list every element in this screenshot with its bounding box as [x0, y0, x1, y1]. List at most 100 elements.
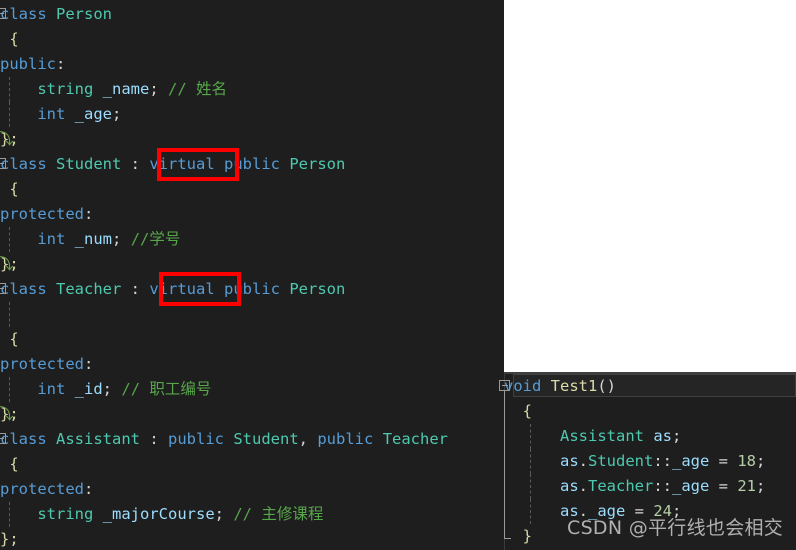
code-token: ; [672, 427, 682, 445]
code-token: Teacher [382, 430, 449, 448]
code-token: public [224, 280, 280, 298]
code-token: as [653, 427, 673, 445]
code-token: _age [74, 105, 112, 123]
code-line[interactable]: protected: [0, 202, 504, 227]
code-line[interactable] [0, 302, 504, 327]
code-token: Person [56, 5, 112, 23]
code-token: : [84, 205, 94, 223]
code-token: public [0, 55, 56, 73]
code-token: : [84, 480, 94, 498]
indent-guide [530, 424, 531, 449]
code-line[interactable]: Assistant as; [504, 424, 796, 449]
code-token: // 姓名 [168, 80, 228, 98]
collapse-toggle-icon[interactable] [0, 8, 6, 19]
brace-match-glyph: ⤵ [0, 405, 14, 423]
code-token: //学号 [130, 230, 181, 248]
code-line[interactable]: string _name; // 姓名 [0, 77, 504, 102]
code-token: _majorCourse [102, 505, 215, 523]
code-line[interactable]: class Student : virtual public Person [0, 152, 504, 177]
code-line[interactable]: protected: [0, 477, 504, 502]
code-line[interactable]: }; [0, 527, 504, 550]
indent-guide [9, 77, 10, 102]
code-line[interactable]: { [504, 399, 796, 424]
code-line[interactable]: { [0, 177, 504, 202]
code-token: // 职工编号 [121, 380, 212, 398]
collapse-toggle-icon[interactable] [0, 158, 6, 169]
code-line[interactable]: class Assistant : public Student, public… [0, 427, 504, 452]
code-line[interactable]: ⤵}; [0, 402, 504, 427]
code-token: Person [289, 280, 346, 298]
code-token: virtual [149, 155, 215, 173]
code-token: Student [588, 452, 654, 470]
watermark: CSDN @平行线也会相交 [567, 517, 784, 539]
code-line[interactable]: { [0, 452, 504, 477]
code-line[interactable]: { [0, 27, 504, 52]
code-token: public [317, 430, 374, 448]
code-line[interactable]: public: [0, 52, 504, 77]
code-line[interactable]: class Person [0, 2, 504, 27]
code-line[interactable]: ⤵}; [0, 127, 504, 152]
code-line[interactable]: as.Teacher::_age = 21; [504, 474, 796, 499]
code-token: ; [149, 80, 159, 98]
code-token: class [0, 5, 56, 23]
code-token: protected [0, 355, 84, 373]
code-line[interactable]: int _id; // 职工编号 [0, 377, 504, 402]
image-placeholder-pane [504, 0, 796, 372]
code-token: as [560, 452, 579, 470]
collapse-toggle-icon[interactable] [499, 380, 510, 391]
code-token: class [0, 280, 56, 298]
code-token: string [37, 80, 94, 98]
code-token: int [37, 105, 66, 123]
code-token: : [140, 430, 168, 448]
code-token: as [560, 477, 579, 495]
collapse-toggle-icon[interactable] [0, 433, 6, 444]
code-line[interactable]: string _majorCourse; // 主修课程 [0, 502, 504, 527]
code-token: . [578, 477, 589, 495]
code-token: _age [672, 477, 710, 495]
code-token: { [0, 455, 19, 473]
code-token: public [168, 430, 224, 448]
code-token: :: [653, 477, 673, 495]
indent-guide [9, 102, 10, 127]
code-line[interactable]: void Test1() [504, 374, 796, 399]
code-token: { [504, 402, 532, 420]
code-line[interactable]: { [0, 327, 504, 352]
code-token: Teacher [588, 477, 654, 495]
code-token: int [37, 230, 66, 248]
code-token: Student [56, 155, 122, 173]
code-token: Assistant [56, 430, 140, 448]
left-code-editor[interactable]: class Person {public: string _name; // 姓… [0, 2, 504, 550]
code-token: . [578, 452, 589, 470]
code-token: ; [112, 105, 122, 123]
brace-match-glyph: ⤵ [0, 130, 14, 148]
code-line[interactable]: protected: [0, 352, 504, 377]
code-token: Student [233, 430, 299, 448]
code-line[interactable]: ⤵}; [0, 252, 504, 277]
code-token: : [84, 355, 94, 373]
code-token: class [0, 430, 56, 448]
code-token: _id [74, 380, 103, 398]
code-token: 21 [737, 477, 757, 495]
code-line[interactable]: int _age; [0, 102, 504, 127]
code-token: Teacher [56, 280, 122, 298]
collapse-toggle-icon[interactable] [0, 283, 6, 294]
indent-guide [530, 499, 531, 524]
code-token: _num [74, 230, 112, 248]
code-line[interactable]: int _num; //学号 [0, 227, 504, 252]
code-token: ; [112, 230, 122, 248]
indent-guide [530, 449, 531, 474]
code-line[interactable]: class Teacher : virtual public Person [0, 277, 504, 302]
code-line[interactable]: as.Student::_age = 18; [504, 449, 796, 474]
code-token: protected [0, 480, 84, 498]
